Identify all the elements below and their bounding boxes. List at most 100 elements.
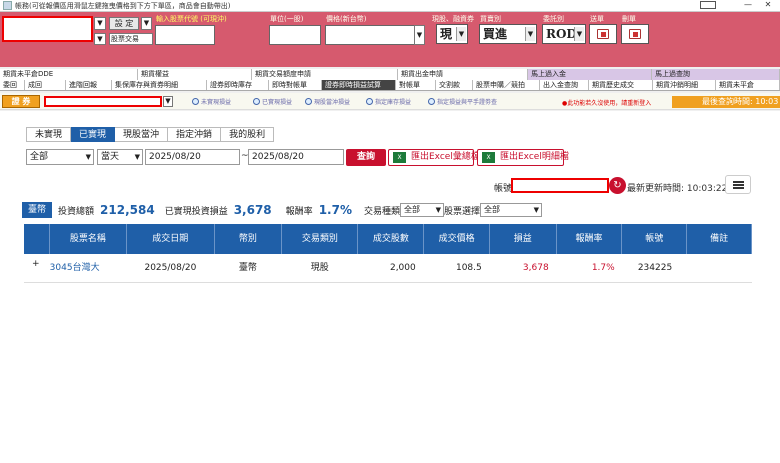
tab-settlement[interactable]: 交割款 xyxy=(436,80,473,90)
daytrade-pl-tool[interactable]: 現股當沖損益 xyxy=(305,97,350,106)
scope-select[interactable]: 全部 ▼ xyxy=(26,149,94,165)
trade-type-filter-dropdown-icon: ▼ xyxy=(435,206,441,214)
realized-pl-tool[interactable]: 已實現損益 xyxy=(253,97,292,106)
order-panel: ▼ 設 定 ▼ ▼ 股票交易 輸入股票代號 (可現沖) 單位(一股) 價格(新台… xyxy=(0,12,780,67)
order-type-label: 委託別 xyxy=(543,15,564,23)
expand-icon[interactable]: + xyxy=(32,254,40,274)
account-dropdown-icon[interactable]: ▼ xyxy=(94,17,106,30)
margin-value: 現 xyxy=(440,27,453,41)
set-button[interactable]: 設 定 xyxy=(109,17,139,30)
last-query-time: 最後查詢時間: 10:03 xyxy=(672,96,780,108)
export-summary-button[interactable]: X 匯出Excel彙總檔 xyxy=(388,149,480,166)
specified-inventory-tool[interactable]: 指定庫存損益 xyxy=(366,97,411,106)
period-select[interactable]: 當天 ▼ xyxy=(97,149,143,165)
tab-futures-offset[interactable]: 期貨沖銷明細 xyxy=(653,80,716,90)
cell-account: 234225 xyxy=(637,263,673,273)
date-from-input[interactable]: 2025/08/20 xyxy=(145,149,240,165)
cell-trade-type: 現股 xyxy=(310,263,329,273)
tab-advanced-report[interactable]: 進階回報 xyxy=(66,80,112,90)
securities-button[interactable]: 證 券 xyxy=(2,95,40,108)
tab-futures-open[interactable]: 期貨未平倉 xyxy=(716,80,780,90)
invest-total-value: 212,584 xyxy=(100,203,155,217)
date-to-input[interactable]: 2025/08/20 xyxy=(248,149,344,165)
pl-tabs: 未實現 已實現 現股當沖 指定沖銷 我的股利 xyxy=(26,127,275,142)
tab-orders[interactable]: 委回 xyxy=(0,80,25,90)
tab-futures-dde[interactable]: 期貨未平倉DDE xyxy=(0,69,138,80)
tab-pl-trial[interactable]: 證券即時損益試算 xyxy=(322,80,396,90)
price-dropdown-icon[interactable]: ▼ xyxy=(414,25,425,45)
export-detail-button[interactable]: X 匯出Excel明細檔 xyxy=(477,149,569,166)
toolstrip-account-dropdown-icon[interactable]: ▼ xyxy=(163,96,173,107)
menu-button[interactable] xyxy=(725,175,751,194)
cell-return-rate: 1.7% xyxy=(591,263,615,273)
magnifier-icon xyxy=(428,98,435,105)
tab-custody[interactable]: 集保庫存與資券明細 xyxy=(112,80,207,90)
tab-statement-live[interactable]: 即時對帳單 xyxy=(269,80,322,90)
stock-filter-select[interactable]: 全部 ▼ xyxy=(480,203,542,217)
toolstrip-account-input[interactable] xyxy=(44,96,162,107)
cancel-order-button[interactable] xyxy=(621,24,649,44)
title-bar: 帳務(可從報價區用滑鼠左鍵拖曳價格到下方下單區，商品會自動帶出) — ✕ xyxy=(0,0,780,12)
magnifier-icon xyxy=(305,98,312,105)
buysell-value: 買進 xyxy=(483,27,508,41)
excel-icon: X xyxy=(393,152,406,163)
trade-type-dropdown-icon[interactable]: ▼ xyxy=(94,33,106,45)
tab-unrealized[interactable]: 未實現 xyxy=(26,127,72,142)
specified-pl-tool[interactable]: 指定損益與平手證劵查 xyxy=(428,97,497,106)
stock-filter-dropdown-icon: ▼ xyxy=(533,206,539,214)
unrealized-pl-tool[interactable]: 未實現損益 xyxy=(192,97,231,106)
tab-futures-withdraw[interactable]: 期貨出金申請 xyxy=(398,69,528,80)
account-label: 帳號 xyxy=(494,184,513,194)
account-input[interactable] xyxy=(2,16,93,42)
refresh-icon[interactable]: ↻ xyxy=(609,177,626,194)
tab-instant-query[interactable]: 馬上過查詢 xyxy=(652,69,780,80)
scope-value: 全部 xyxy=(30,152,49,162)
tab-cash-flow[interactable]: 出入金查詢 xyxy=(540,80,589,90)
tab-my-dividends[interactable]: 我的股利 xyxy=(221,127,275,142)
price-input[interactable] xyxy=(325,25,415,45)
stock-code-input[interactable] xyxy=(155,25,215,45)
cell-pl: 3,678 xyxy=(522,263,549,273)
header-trade-date: 成交日期 xyxy=(127,224,215,254)
close-icon[interactable]: ✕ xyxy=(758,0,778,9)
account-select[interactable] xyxy=(511,178,609,193)
cell-currency: 臺幣 xyxy=(238,263,257,273)
buysell-select[interactable]: 買進 ▼ xyxy=(479,24,537,44)
tab-futures-history[interactable]: 期貨歷史成交 xyxy=(589,80,653,90)
margin-select[interactable]: 現 ▼ xyxy=(436,24,468,44)
tab-inventory[interactable]: 證券即時庫存 xyxy=(207,80,269,90)
trade-type-select[interactable]: 股票交易 xyxy=(109,33,153,45)
tab-specified-offset[interactable]: 指定沖銷 xyxy=(168,127,222,142)
scope-dropdown-icon: ▼ xyxy=(85,153,91,161)
restore-icon[interactable] xyxy=(700,1,716,9)
tab-futures-limit[interactable]: 期貨交易額度申請 xyxy=(252,69,398,80)
invest-total-label: 投資總額 xyxy=(58,206,95,217)
trade-type-filter-value: 全部 xyxy=(403,205,420,214)
margin-label: 現股、融資券 xyxy=(432,15,474,23)
header-price: 成交價格 xyxy=(424,224,490,254)
magnifier-icon xyxy=(366,98,373,105)
tab-realized[interactable]: 已實現 xyxy=(71,127,116,142)
trade-type-filter-select[interactable]: 全部 ▼ xyxy=(399,203,444,217)
tab-fills[interactable]: 成回 xyxy=(25,80,66,90)
order-type-select[interactable]: ROD ▼ xyxy=(542,24,586,44)
tab-instant-deposit[interactable]: 馬上過入金 xyxy=(528,69,652,80)
send-order-label: 送單 xyxy=(590,15,604,23)
send-order-button[interactable] xyxy=(589,24,617,44)
tab-daytrade[interactable]: 現股當沖 xyxy=(115,127,169,142)
query-button[interactable]: 查詢 xyxy=(346,149,386,166)
period-value: 當天 xyxy=(101,152,120,162)
table-row[interactable]: + 3045台灣大 2025/08/20 臺幣 現股 2,000 108.5 3… xyxy=(24,254,752,283)
tab-ipo[interactable]: 股票申購／競拍 xyxy=(473,80,540,90)
window-title: 帳務(可從報價區用滑鼠左鍵拖曳價格到下方下單區，商品會自動帶出) xyxy=(15,1,231,10)
stock-code-label: 輸入股票代號 (可現沖) xyxy=(156,15,227,23)
header-quantity: 成交股數 xyxy=(358,224,425,254)
export-summary-label: 匯出Excel彙總檔 xyxy=(411,152,480,162)
minimize-icon[interactable]: — xyxy=(738,0,758,9)
tab-futures-equity[interactable]: 期貨權益 xyxy=(138,69,252,80)
tab-statement[interactable]: 對帳單 xyxy=(396,80,436,90)
cell-stock-name[interactable]: 3045台灣大 xyxy=(50,254,127,282)
stock-filter-label: 股票選擇 xyxy=(443,206,480,217)
set-dropdown-icon[interactable]: ▼ xyxy=(141,17,152,30)
unit-input[interactable] xyxy=(269,25,321,45)
